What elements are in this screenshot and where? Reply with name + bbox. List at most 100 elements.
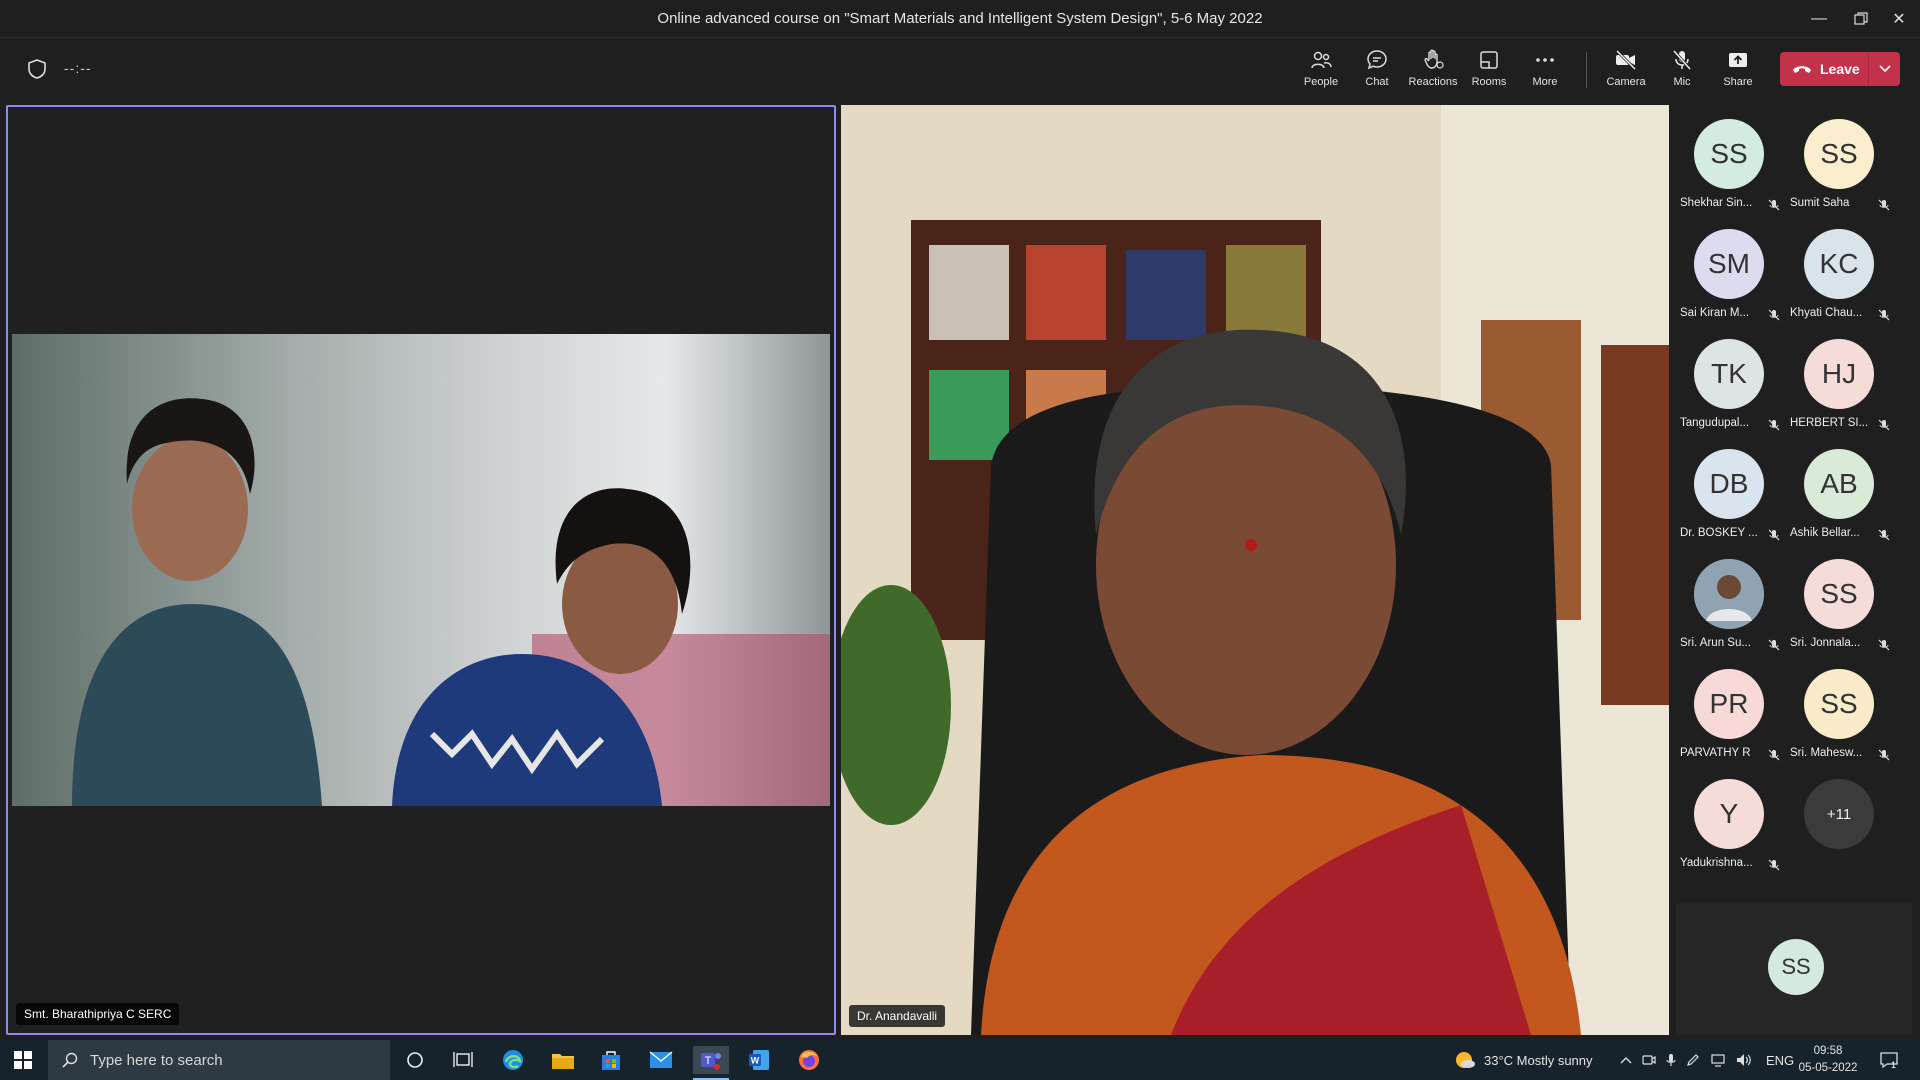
mic-muted-icon: [1768, 308, 1780, 321]
search-icon: [62, 1052, 78, 1068]
participant-avatar: AB: [1804, 449, 1874, 519]
chat-icon: [1367, 50, 1387, 70]
people-button[interactable]: People: [1293, 48, 1349, 94]
more-icon: [1536, 58, 1554, 62]
shield-icon[interactable]: [26, 58, 48, 80]
participant-name: Sai Kiran M...: [1680, 307, 1750, 319]
svg-text:W: W: [751, 1056, 760, 1066]
participant-avatar: PR: [1694, 669, 1764, 739]
notifications-icon[interactable]: 1: [1874, 1046, 1904, 1074]
taskbar-clock[interactable]: 09:58 05-05-2022: [1788, 1043, 1868, 1077]
mic-off-icon: [1672, 50, 1692, 70]
leave-dropdown[interactable]: [1868, 52, 1900, 86]
participant-tile[interactable]: TK Tangudupal...: [1674, 325, 1784, 435]
chevron-down-icon: [1878, 65, 1891, 73]
participant-avatar: SM: [1694, 229, 1764, 299]
rooms-button[interactable]: Rooms: [1461, 48, 1517, 94]
volume-icon[interactable]: [1736, 1053, 1752, 1067]
more-label: More: [1532, 76, 1558, 88]
camera-button[interactable]: Camera: [1598, 48, 1654, 94]
participant-tile[interactable]: Y Yadukrishna...: [1674, 765, 1784, 875]
word-icon[interactable]: W: [744, 1046, 774, 1074]
participant-tile[interactable]: SS Sri. Mahesw...: [1784, 655, 1894, 765]
participant-name: Yadukrishna...: [1680, 857, 1753, 869]
participant-tile[interactable]: Sri. Arun Su...: [1674, 545, 1784, 655]
pen-icon[interactable]: [1686, 1053, 1700, 1067]
hang-up-icon: [1793, 66, 1811, 73]
participant-tile[interactable]: PR PARVATHY R: [1674, 655, 1784, 765]
clock-time: 09:58: [1813, 1045, 1843, 1057]
video-tile-bharathipriya[interactable]: Smt. Bharathipriya C SERC: [6, 105, 836, 1035]
window-titlebar: Online advanced course on "Smart Materia…: [0, 0, 1920, 38]
svg-text:T: T: [705, 1055, 712, 1067]
mic-muted-icon: [1878, 308, 1890, 321]
participant-tile[interactable]: SS Sri. Jonnala...: [1784, 545, 1894, 655]
mic-muted-icon: [1768, 418, 1780, 431]
people-icon: [1311, 51, 1332, 69]
participant-tile[interactable]: SS Sumit Saha: [1784, 105, 1894, 215]
cortana-icon[interactable]: [400, 1046, 430, 1074]
share-icon: [1729, 53, 1747, 67]
task-view-icon[interactable]: [448, 1046, 478, 1074]
participant-avatar: SS: [1694, 119, 1764, 189]
participant-avatar: Y: [1694, 779, 1764, 849]
participant-name: Sri. Mahesw...: [1790, 747, 1863, 759]
clock-date: 05-05-2022: [1798, 1062, 1858, 1074]
participant-name: Ashik Bellar...: [1790, 527, 1860, 539]
weather-widget[interactable]: 33°C Mostly sunny: [1454, 1040, 1593, 1080]
participant-tile[interactable]: KC Khyati Chau...: [1784, 215, 1894, 325]
participant-video: [12, 334, 830, 806]
mic-muted-icon: [1768, 858, 1780, 871]
participant-avatar: [1694, 559, 1764, 629]
leave-button[interactable]: Leave: [1780, 52, 1900, 86]
leave-main[interactable]: Leave: [1780, 52, 1868, 86]
system-tray: ENG: [1620, 1040, 1794, 1080]
mail-icon[interactable]: [646, 1046, 676, 1074]
mic-muted-icon: [1768, 528, 1780, 541]
file-explorer-icon[interactable]: [548, 1046, 578, 1074]
taskbar-search[interactable]: Type here to search: [48, 1040, 390, 1080]
share-button[interactable]: Share: [1710, 48, 1766, 94]
mic-muted-icon: [1878, 638, 1890, 651]
mic-muted-icon: [1878, 748, 1890, 761]
firefox-icon[interactable]: [794, 1046, 824, 1074]
camera-tray-icon[interactable]: [1642, 1053, 1656, 1067]
close-icon[interactable]: ✕: [1876, 0, 1920, 38]
participant-tile[interactable]: SM Sai Kiran M...: [1674, 215, 1784, 325]
more-participants-tile[interactable]: +11: [1784, 765, 1894, 875]
chat-button[interactable]: Chat: [1349, 48, 1405, 94]
windows-start-icon[interactable]: [8, 1046, 38, 1074]
participant-name: HERBERT SI...: [1790, 417, 1869, 429]
windows-taskbar: Type here to search T W 33°C Mostly sunn…: [0, 1040, 1920, 1080]
self-view[interactable]: SS: [1676, 903, 1912, 1035]
reactions-button[interactable]: Reactions: [1405, 48, 1461, 94]
participant-avatar: SS: [1804, 119, 1874, 189]
minimize-icon[interactable]: —: [1796, 0, 1842, 38]
participant-tile[interactable]: HJ HERBERT SI...: [1784, 325, 1894, 435]
microphone-tray-icon[interactable]: [1666, 1053, 1676, 1067]
participant-tile[interactable]: DB Dr. BOSKEY ...: [1674, 435, 1784, 545]
mic-muted-icon: [1878, 528, 1890, 541]
participant-avatar: DB: [1694, 449, 1764, 519]
store-icon[interactable]: [596, 1046, 626, 1074]
window-title: Online advanced course on "Smart Materia…: [657, 10, 1263, 27]
search-placeholder: Type here to search: [90, 1051, 223, 1069]
teams-icon[interactable]: T: [693, 1046, 729, 1074]
participant-name: Sri. Jonnala...: [1790, 637, 1861, 649]
network-icon[interactable]: [1710, 1053, 1726, 1067]
camera-label: Camera: [1606, 76, 1646, 88]
participant-tile[interactable]: AB Ashik Bellar...: [1784, 435, 1894, 545]
participant-name: PARVATHY R: [1680, 747, 1751, 759]
participant-gallery: SS SS Shekhar Sin... SS Sumit Saha SM Sai Kir…: [1674, 105, 1914, 1035]
participant-tile[interactable]: SS Shekhar Sin...: [1674, 105, 1784, 215]
weather-sun-icon: [1456, 1052, 1475, 1068]
participant-name: Khyati Chau...: [1790, 307, 1863, 319]
participant-photo: [1694, 559, 1764, 629]
video-tile-anandavalli[interactable]: Dr. Anandavalli: [841, 105, 1669, 1035]
chevron-up-icon[interactable]: [1620, 1056, 1632, 1064]
mic-button[interactable]: Mic: [1654, 48, 1710, 94]
meeting-timer: --:--: [64, 60, 92, 76]
edge-icon[interactable]: [498, 1046, 528, 1074]
more-button[interactable]: More: [1517, 48, 1573, 94]
camera-off-icon: [1615, 49, 1637, 71]
